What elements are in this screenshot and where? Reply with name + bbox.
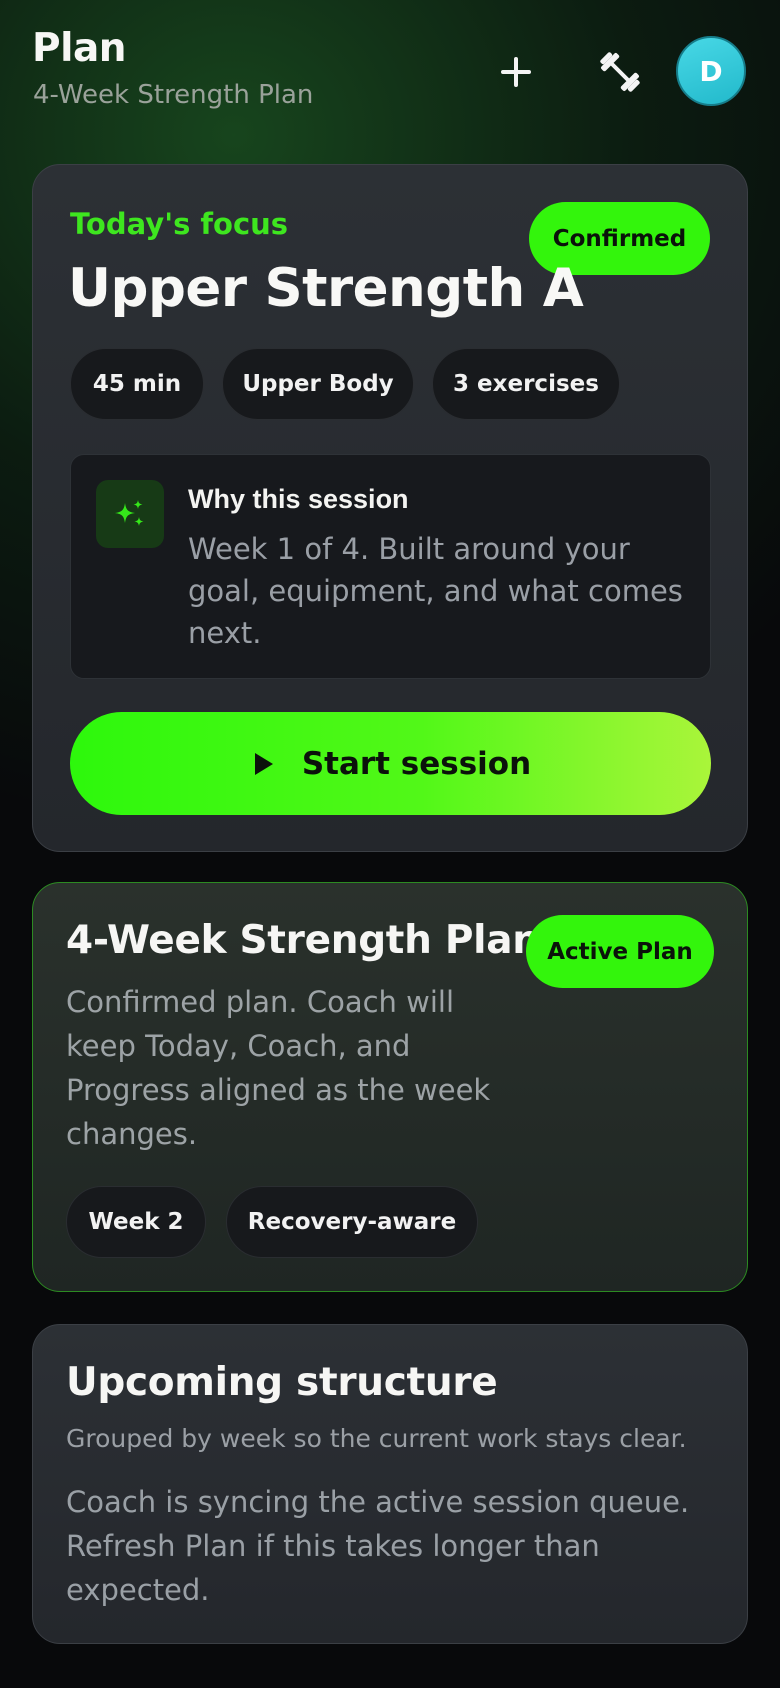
sparkle-icon-tile (96, 480, 164, 548)
duration-chip: 45 min (70, 348, 204, 420)
workouts-button[interactable] (590, 42, 650, 102)
why-session-title: Why this session (188, 484, 409, 514)
play-icon (254, 752, 273, 775)
page-title: Plan (32, 26, 127, 71)
active-plan-badge: Active Plan (526, 915, 714, 988)
avatar[interactable]: D (676, 36, 746, 106)
upcoming-subtitle: Grouped by week so the current work stay… (66, 1424, 687, 1453)
body-area-chip: Upper Body (222, 348, 414, 420)
upcoming-title: Upcoming structure (66, 1360, 498, 1405)
start-session-button[interactable]: Start session (70, 712, 711, 815)
focus-label: Today's focus (70, 207, 289, 241)
plus-icon (501, 57, 531, 87)
dumbbell-icon (600, 52, 640, 92)
plan-description: Confirmed plan. Coach will keep Today, C… (66, 985, 491, 1151)
week-chip: Week 2 (66, 1186, 206, 1258)
recovery-chip: Recovery-aware (226, 1186, 478, 1258)
plan-title: 4-Week Strength Plan (66, 918, 540, 963)
session-title: Upper Strength A (68, 258, 584, 319)
add-button[interactable] (486, 42, 546, 102)
start-session-label: Start session (301, 745, 532, 782)
page-subtitle: 4-Week Strength Plan (33, 80, 314, 110)
upcoming-sync-message: Coach is syncing the active session queu… (66, 1485, 690, 1607)
why-session-text: Week 1 of 4. Built around your goal, equ… (188, 532, 683, 650)
sparkle-icon (115, 500, 144, 526)
exercise-count-chip: 3 exercises (432, 348, 620, 420)
